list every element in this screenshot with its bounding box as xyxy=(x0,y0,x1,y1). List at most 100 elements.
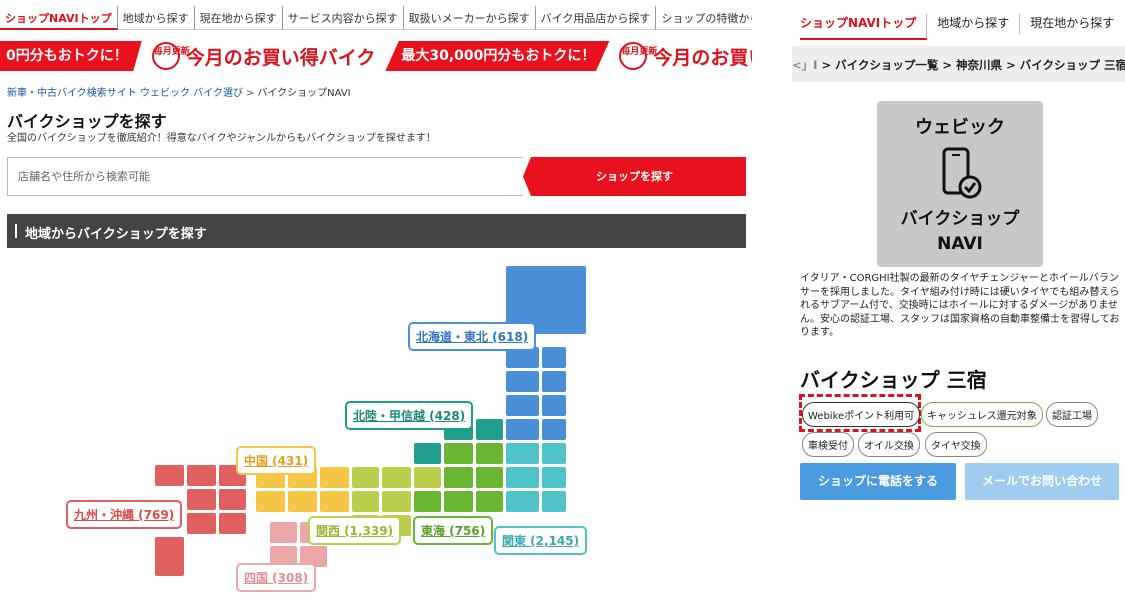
banner-headline-2: 今月のお買い得バイク xyxy=(653,46,752,69)
tag-certified-factory: 認証工場 xyxy=(1046,402,1098,427)
banner-headline: 今月のお買い得バイク xyxy=(185,46,376,69)
breadcrumb-truncated: <」I xyxy=(792,58,818,72)
map-tile-kansai[interactable] xyxy=(352,467,379,488)
map-tile-tokai[interactable] xyxy=(476,491,503,512)
map-tile-tokai[interactable] xyxy=(414,491,441,512)
call-shop-button[interactable]: ショップに電話をする xyxy=(800,463,956,500)
map-tile-tohoku[interactable] xyxy=(542,419,566,440)
nav-shop-navi-top[interactable]: ショップNAVIトップ xyxy=(800,14,928,40)
promo-banner[interactable]: 0円分もおトクに！ 毎月更新 今月のお買い得バイク 最大30,000円分もおトク… xyxy=(0,38,752,74)
map-tile-chugoku[interactable] xyxy=(320,467,349,488)
region-link-hokuriku-koshinetsu[interactable]: 北陸・甲信越 (428) xyxy=(345,401,474,430)
logo-top-text: ウェビック xyxy=(915,117,1005,138)
map-tile-tohoku[interactable] xyxy=(506,395,539,416)
breadcrumb-current-shop: バイクショップ 三宿 xyxy=(1019,58,1125,72)
map-tile-tohoku[interactable] xyxy=(542,395,566,416)
nav-search-by-service[interactable]: サービス内容から探す xyxy=(283,6,404,30)
map-tile-kanto[interactable] xyxy=(506,491,539,512)
page-subtitle: 全国のバイクショップを徹底紹介！得意なバイクやジャンルからもバイクショップを探せ… xyxy=(7,133,436,144)
tag-webike-points: Webikeポイント利用可 xyxy=(802,402,921,427)
region-link-chugoku[interactable]: 中国 (431) xyxy=(236,446,317,475)
region-section-header: 地域からバイクショップを探す xyxy=(7,214,746,248)
monthly-update-badge-2: 毎月更新 xyxy=(619,42,657,70)
email-inquiry-button[interactable]: メールでお問い合わせ xyxy=(965,463,1119,500)
shop-search-button[interactable]: ショップを探す xyxy=(523,157,746,196)
map-tile-kyushu[interactable] xyxy=(219,489,246,510)
map-tile-kanto[interactable] xyxy=(542,443,566,464)
map-tile-kansai[interactable] xyxy=(414,467,441,488)
breadcrumb-shop-list[interactable]: バイクショップ一覧 xyxy=(835,58,938,72)
tag-inspection: 車検受付 xyxy=(802,432,854,457)
monthly-update-badge: 毎月更新 xyxy=(151,42,190,70)
breadcrumb-home-link[interactable]: 新車・中古バイク検索サイト ウェビック バイク選び xyxy=(7,88,243,99)
smartphone-check-icon xyxy=(942,147,982,199)
shop-name: バイクショップ 三宿 xyxy=(800,368,987,392)
map-tile-kyushu[interactable] xyxy=(155,465,184,486)
banner-promo-text-2: 最大30,000円分もおトクに！ xyxy=(385,41,610,71)
region-section-title: 地域からバイクショップを探す xyxy=(25,227,207,242)
region-link-shikoku[interactable]: 四国 (308) xyxy=(236,563,317,592)
map-tile-kansai[interactable] xyxy=(382,491,411,512)
tag-cashless: キャッシュレス還元対象 xyxy=(921,402,1043,427)
region-link-kansai[interactable]: 関西 (1,339) xyxy=(308,516,402,545)
map-tile-okinawa[interactable] xyxy=(155,555,184,576)
breadcrumb-separator: > xyxy=(821,58,832,72)
mobile-top-nav: ショップNAVIトップ 地域から探す 現在地から探す xyxy=(800,14,1124,40)
breadcrumb-separator: > xyxy=(942,58,953,72)
map-tile-hokuriku[interactable] xyxy=(476,419,503,440)
right-panel: ショップNAVIトップ 地域から探す 現在地から探す <」I > バイクショップ… xyxy=(780,0,1125,603)
left-panel: ショップNAVIトップ 地域から探す 現在地から探す サービス内容から探す 取扱… xyxy=(0,0,752,603)
map-tile-chugoku[interactable] xyxy=(320,491,349,512)
map-tile-tokai[interactable] xyxy=(476,467,503,488)
region-link-kyushu-okinawa[interactable]: 九州・沖縄 (769) xyxy=(66,500,183,529)
logo-bottom-text-2: NAVI xyxy=(937,234,983,254)
shop-description: イタリア・CORGHI社製の最新のタイヤチェンジャーとホイールバランサーを採用し… xyxy=(800,273,1120,338)
nav-search-by-feature[interactable]: ショップの特徴から探す xyxy=(656,6,752,30)
map-tile-tokai[interactable] xyxy=(444,443,473,464)
banner-promo-text: 0円分もおトクに！ xyxy=(0,41,142,71)
map-tile-tohoku[interactable] xyxy=(506,419,539,440)
map-tile-hokuriku[interactable] xyxy=(414,443,441,464)
map-tile-chugoku[interactable] xyxy=(256,491,285,512)
nav-search-by-maker[interactable]: 取扱いメーカーから探す xyxy=(404,6,536,30)
breadcrumb-prefecture[interactable]: 神奈川県 xyxy=(956,58,1002,72)
section-bar-icon xyxy=(15,224,17,238)
nav-search-bike-goods[interactable]: バイク用品店から探す xyxy=(536,6,657,30)
region-link-kanto[interactable]: 関東 (2,145) xyxy=(494,526,588,555)
map-tile-tokai[interactable] xyxy=(444,491,473,512)
map-tile-kanto[interactable] xyxy=(506,443,539,464)
map-tile-kansai[interactable] xyxy=(382,467,411,488)
region-link-tokai[interactable]: 東海 (756) xyxy=(413,516,494,545)
shop-navi-logo: ウェビック バイクショップ NAVI xyxy=(877,101,1043,267)
nav-search-by-region[interactable]: 地域から探す xyxy=(118,6,195,30)
map-tile-kanto[interactable] xyxy=(542,491,566,512)
logo-bottom-text: バイクショップ xyxy=(900,209,1020,229)
map-tile-kanto[interactable] xyxy=(506,467,539,488)
map-tile-kyushu[interactable] xyxy=(187,489,216,510)
map-tile-kanto[interactable] xyxy=(542,467,566,488)
map-tile-chugoku[interactable] xyxy=(288,491,317,512)
map-tile-kyushu[interactable] xyxy=(219,513,246,534)
map-tile-tohoku[interactable] xyxy=(542,371,566,392)
map-tile-kyushu[interactable] xyxy=(187,513,216,534)
map-tile-tohoku[interactable] xyxy=(506,371,539,392)
top-nav: ショップNAVIトップ 地域から探す 現在地から探す サービス内容から探す 取扱… xyxy=(0,6,752,30)
map-tile-tokai[interactable] xyxy=(476,443,503,464)
mobile-breadcrumb: <」I > バイクショップ一覧 > 神奈川県 > バイクショップ 三宿 xyxy=(792,46,1125,82)
shop-search-input[interactable] xyxy=(7,157,523,196)
map-tile-kansai[interactable] xyxy=(352,491,379,512)
breadcrumb-separator: > xyxy=(1006,58,1016,72)
map-tile-tokai[interactable] xyxy=(444,467,473,488)
map-tile-shikoku[interactable] xyxy=(270,522,297,543)
banner-headline-group-2: 毎月更新 今月のお買い得バイク xyxy=(609,38,752,74)
breadcrumb: 新車・中古バイク検索サイト ウェビック バイク選び > バイクショップNAVI xyxy=(7,84,351,99)
tag-tire-change: タイヤ交換 xyxy=(925,432,987,457)
map-tile-kyushu[interactable] xyxy=(187,465,216,486)
map-tile-tohoku[interactable] xyxy=(542,347,566,368)
nav-search-by-location[interactable]: 現在地から探す xyxy=(195,6,283,30)
nav-search-by-region[interactable]: 地域から探す xyxy=(927,14,1021,34)
nav-shop-navi-top[interactable]: ショップNAVIトップ xyxy=(0,6,118,30)
breadcrumb-separator: > xyxy=(245,88,255,99)
nav-search-by-location[interactable]: 現在地から探す xyxy=(1020,14,1124,34)
region-link-hokkaido-tohoku[interactable]: 北海道・東北 (618) xyxy=(408,322,537,351)
